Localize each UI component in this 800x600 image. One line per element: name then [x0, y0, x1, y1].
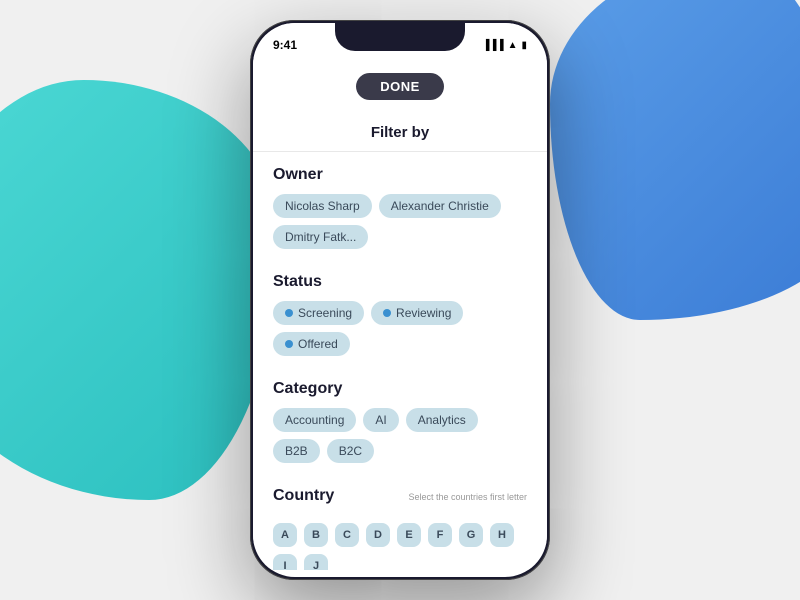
dot-reviewing	[383, 309, 391, 317]
owner-label: Owner	[273, 166, 527, 184]
status-tag-reviewing[interactable]: Reviewing	[371, 301, 463, 325]
category-tag-ai[interactable]: AI	[363, 408, 398, 432]
letter-j[interactable]: J	[304, 554, 328, 570]
done-button[interactable]: DONE	[356, 73, 444, 100]
battery-icon: ▮	[521, 40, 527, 51]
letter-a[interactable]: A	[273, 523, 297, 547]
dot-screening	[285, 309, 293, 317]
status-bar: 9:41 ▐▐▐ ▲ ▮	[253, 23, 547, 67]
letter-g[interactable]: G	[459, 523, 483, 547]
letter-e[interactable]: E	[397, 523, 421, 547]
country-hint: Select the countries first letter	[408, 492, 527, 502]
letter-b[interactable]: B	[304, 523, 328, 547]
category-tag-accounting[interactable]: Accounting	[273, 408, 356, 432]
category-tags: Accounting AI Analytics B2B B2C	[273, 408, 527, 463]
notch	[335, 23, 465, 51]
owner-tag-alexander[interactable]: Alexander Christie	[379, 194, 501, 218]
letter-d[interactable]: D	[366, 523, 390, 547]
category-tag-analytics[interactable]: Analytics	[406, 408, 478, 432]
owner-tag-dmitry[interactable]: Dmitry Fatk...	[273, 225, 368, 249]
status-time: 9:41	[273, 38, 297, 52]
filter-title: Filter by	[253, 110, 547, 152]
teal-blob	[0, 80, 280, 500]
phone-frame: 9:41 ▐▐▐ ▲ ▮ DONE Filter by Owner Nicola…	[250, 20, 550, 580]
status-icons: ▐▐▐ ▲ ▮	[482, 40, 527, 51]
category-label: Category	[273, 380, 527, 398]
status-tag-offered[interactable]: Offered	[273, 332, 350, 356]
blue-blob	[550, 0, 800, 320]
status-tags: Screening Reviewing Offered	[273, 301, 527, 356]
status-tag-screening[interactable]: Screening	[273, 301, 364, 325]
letter-i[interactable]: I	[273, 554, 297, 570]
country-letters: A B C D E F G H I J	[273, 523, 527, 570]
signal-icon: ▐▐▐	[482, 40, 503, 51]
done-bar: DONE	[253, 67, 547, 110]
category-tag-b2c[interactable]: B2C	[327, 439, 374, 463]
dot-offered	[285, 340, 293, 348]
letter-h[interactable]: H	[490, 523, 514, 547]
owner-tags: Nicolas Sharp Alexander Christie Dmitry …	[273, 194, 527, 249]
country-label: Country	[273, 487, 334, 505]
wifi-icon: ▲	[508, 40, 518, 51]
letter-f[interactable]: F	[428, 523, 452, 547]
status-label: Status	[273, 273, 527, 291]
letter-c[interactable]: C	[335, 523, 359, 547]
filter-sheet: Filter by Owner Nicolas Sharp Alexander …	[253, 110, 547, 570]
country-section: Country Select the countries first lette…	[253, 473, 547, 570]
owner-tag-nicolas[interactable]: Nicolas Sharp	[273, 194, 372, 218]
phone-screen: 9:41 ▐▐▐ ▲ ▮ DONE Filter by Owner Nicola…	[253, 23, 547, 577]
status-section: Status Screening Reviewing Offered	[253, 259, 547, 356]
category-tag-b2b[interactable]: B2B	[273, 439, 320, 463]
category-section: Category Accounting AI Analytics B2B B2C	[253, 366, 547, 463]
owner-section: Owner Nicolas Sharp Alexander Christie D…	[253, 152, 547, 249]
